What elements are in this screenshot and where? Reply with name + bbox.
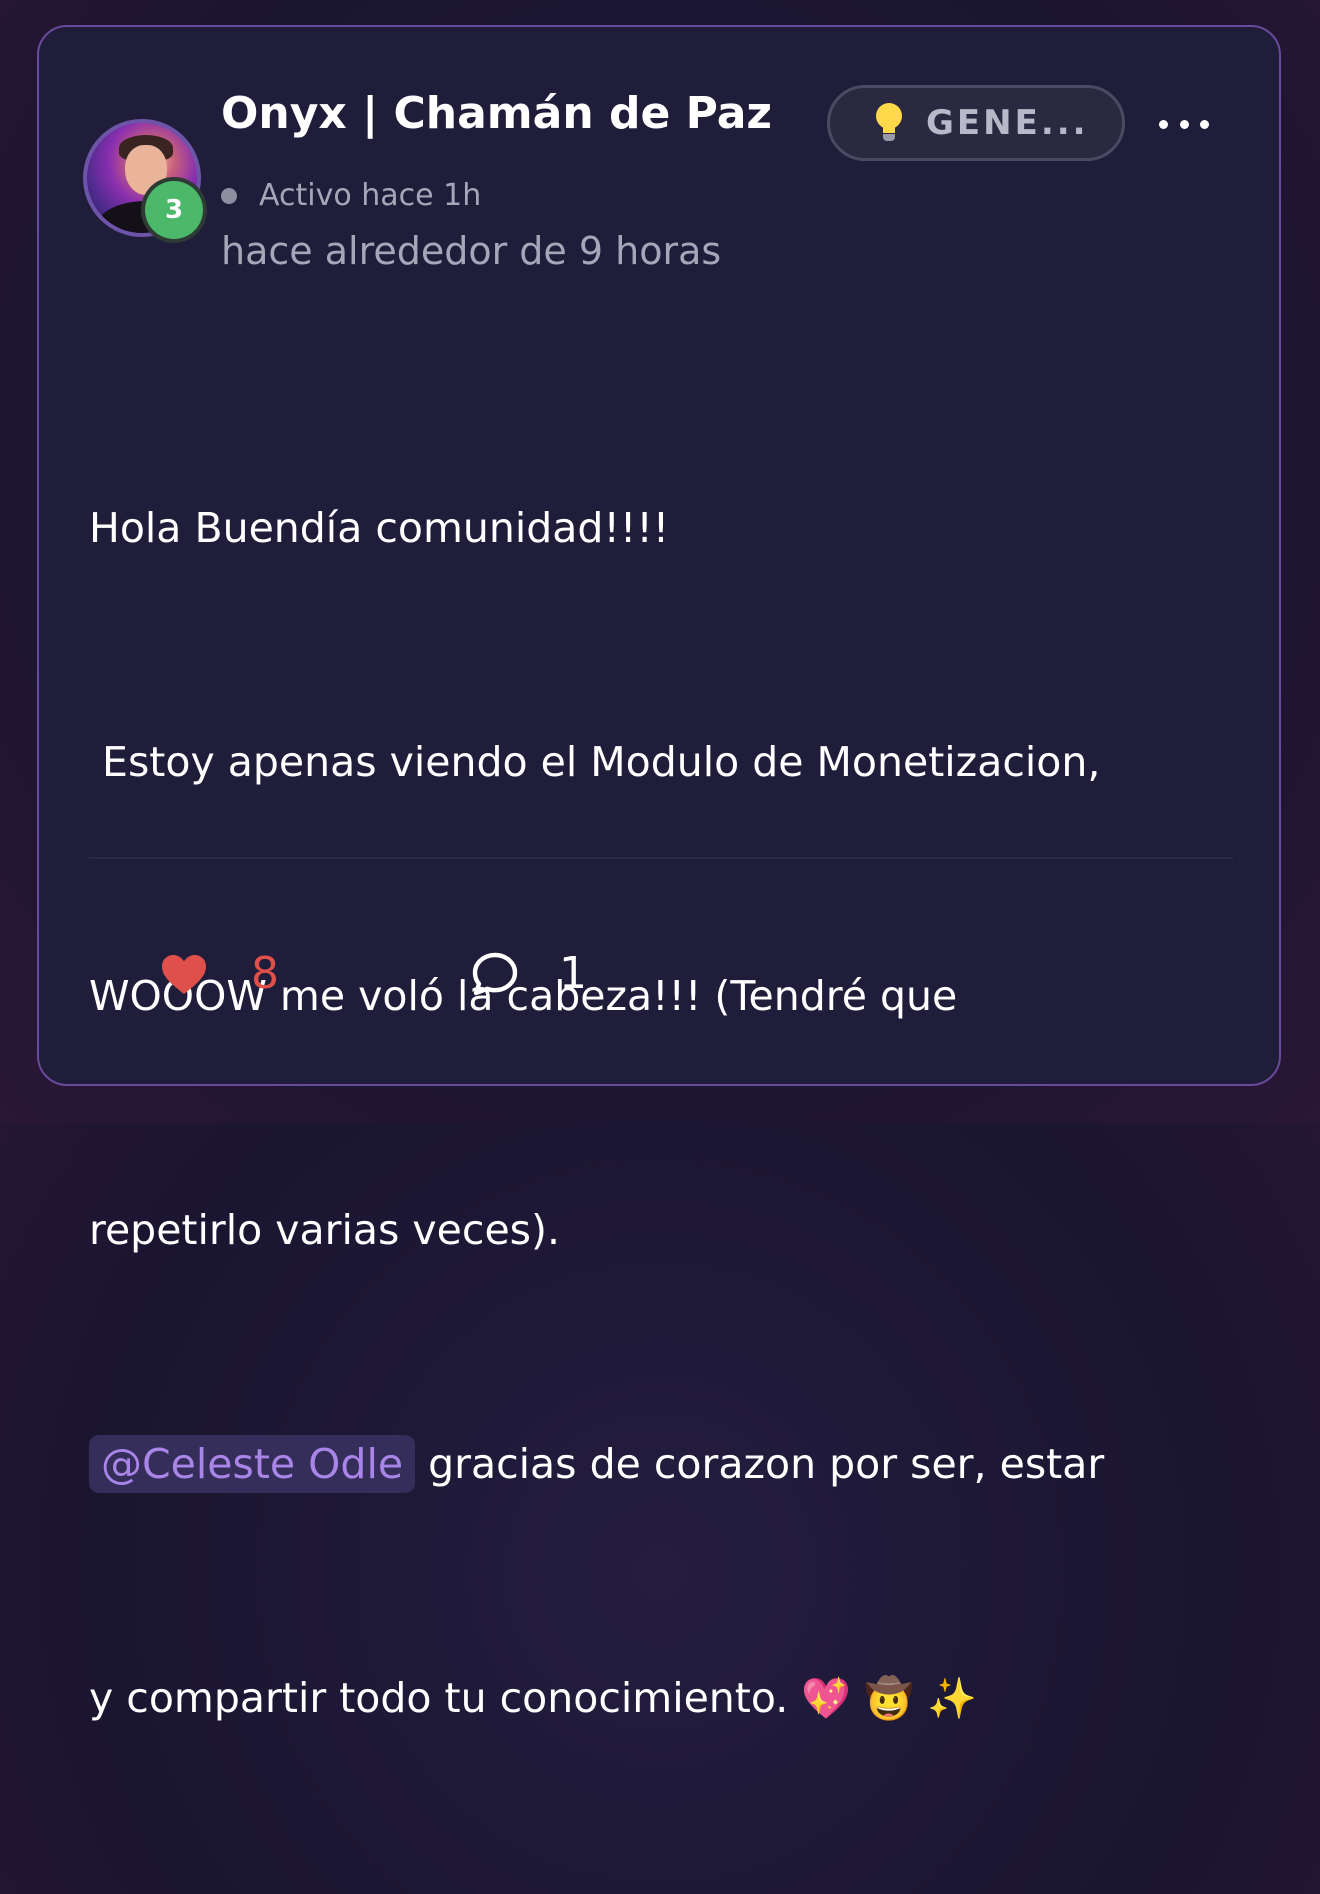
post-body-line: Estoy apenas viendo el Modulo de Monetiz… — [89, 738, 1101, 786]
more-options-button[interactable] — [1159, 107, 1209, 141]
post-body-line: @Celeste Odle gracias de corazon por ser… — [89, 1425, 1239, 1503]
comment-count: 1 — [559, 948, 587, 999]
sparkling-heart-emoji: 💖 — [801, 1676, 852, 1722]
activity-status-text: Activo hace 1h — [259, 178, 482, 213]
category-pill[interactable]: GENE... — [827, 85, 1125, 161]
post-body-line: Hola Buendía comunidad!!!! — [89, 504, 670, 552]
cowboy-emoji: 🤠 — [864, 1676, 914, 1722]
like-button[interactable]: 8 — [159, 947, 279, 1001]
post-card: 3 Onyx | Chamán de Paz Activo hace 1h ha… — [37, 25, 1281, 1722]
level-badge: 3 — [145, 181, 203, 239]
comment-bubble-icon — [472, 952, 518, 996]
lightbulb-icon — [874, 103, 904, 143]
comment-button[interactable]: 1 — [471, 947, 587, 1001]
post-body-line: repetirlo varias veces). — [89, 1206, 561, 1254]
author-name[interactable]: Onyx | Chamán de Paz — [221, 87, 772, 141]
category-label: GENE... — [926, 103, 1089, 143]
post-body: Hola Buendía comunidad!!!! Estoy apenas … — [89, 333, 1239, 1894]
sparkles-emoji: ✨ — [927, 1676, 977, 1722]
status-dot-icon — [221, 188, 237, 204]
post-body-text: gracias de corazon por ser, estar — [415, 1440, 1105, 1488]
activity-status: Activo hace 1h — [221, 177, 481, 215]
post-timestamp: hace alrededor de 9 horas — [221, 229, 722, 273]
author-avatar[interactable]: 3 — [83, 119, 203, 239]
mention-link[interactable]: @Celeste Odle — [89, 1435, 416, 1493]
divider — [89, 857, 1233, 859]
post-body-line: y compartir todo tu conocimiento. 💖 🤠 ✨ — [89, 1659, 1239, 1738]
like-count: 8 — [251, 948, 279, 999]
more-dots-icon — [1159, 119, 1168, 129]
heart-icon — [162, 955, 206, 994]
post-body-text: y compartir todo tu conocimiento. — [89, 1674, 802, 1722]
